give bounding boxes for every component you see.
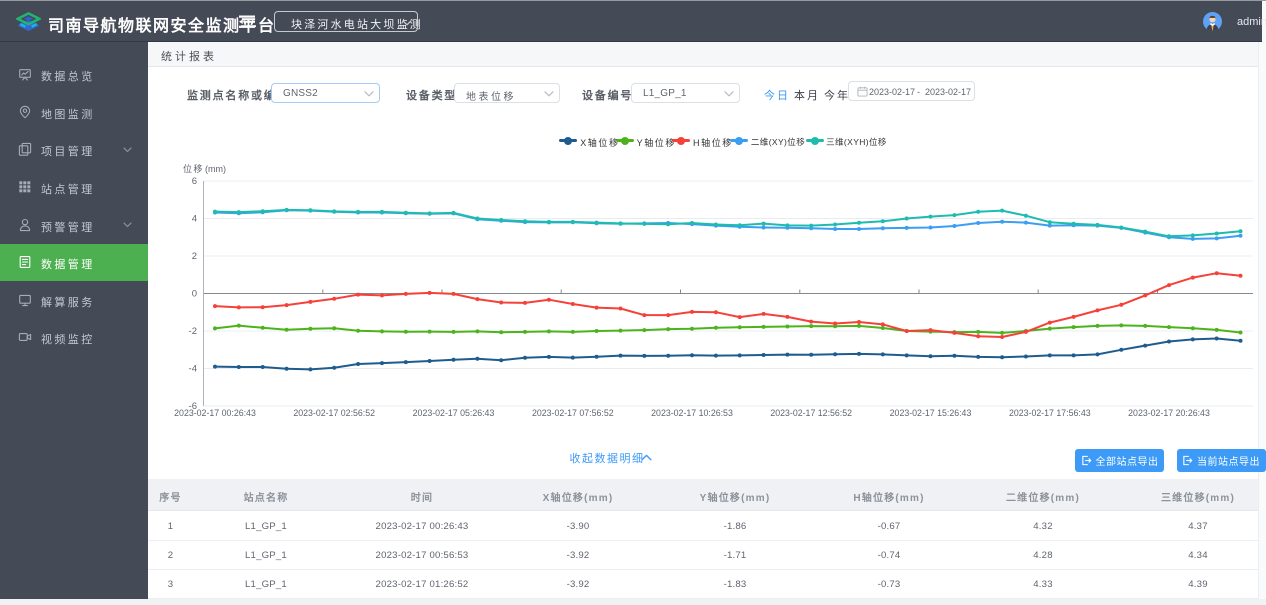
svg-text:2023-02-17 15:26:43: 2023-02-17 15:26:43 — [890, 408, 972, 418]
svg-text:2023-02-17 05:26:43: 2023-02-17 05:26:43 — [413, 408, 495, 418]
svg-text:6: 6 — [192, 176, 197, 187]
svg-text:(mm): (mm) — [205, 164, 226, 174]
svg-text:2023-02-17 07:56:52: 2023-02-17 07:56:52 — [532, 408, 614, 418]
svg-text:2023-02-17 12:56:52: 2023-02-17 12:56:52 — [770, 408, 852, 418]
svg-text:2023-02-17 00:26:43: 2023-02-17 00:26:43 — [174, 408, 256, 418]
svg-text:4: 4 — [192, 214, 197, 225]
svg-text:2023-02-17 20:26:43: 2023-02-17 20:26:43 — [1128, 408, 1210, 418]
svg-text:2023-02-17 02:56:52: 2023-02-17 02:56:52 — [293, 408, 375, 418]
svg-text:-2: -2 — [189, 326, 197, 337]
svg-text:2: 2 — [192, 251, 197, 262]
svg-text:2023-02-17 17:56:43: 2023-02-17 17:56:43 — [1009, 408, 1091, 418]
svg-text:位移: 位移 — [183, 163, 204, 174]
svg-text:2023-02-17 10:26:53: 2023-02-17 10:26:53 — [651, 408, 733, 418]
svg-text:-4: -4 — [189, 364, 197, 375]
svg-text:0: 0 — [192, 289, 197, 300]
